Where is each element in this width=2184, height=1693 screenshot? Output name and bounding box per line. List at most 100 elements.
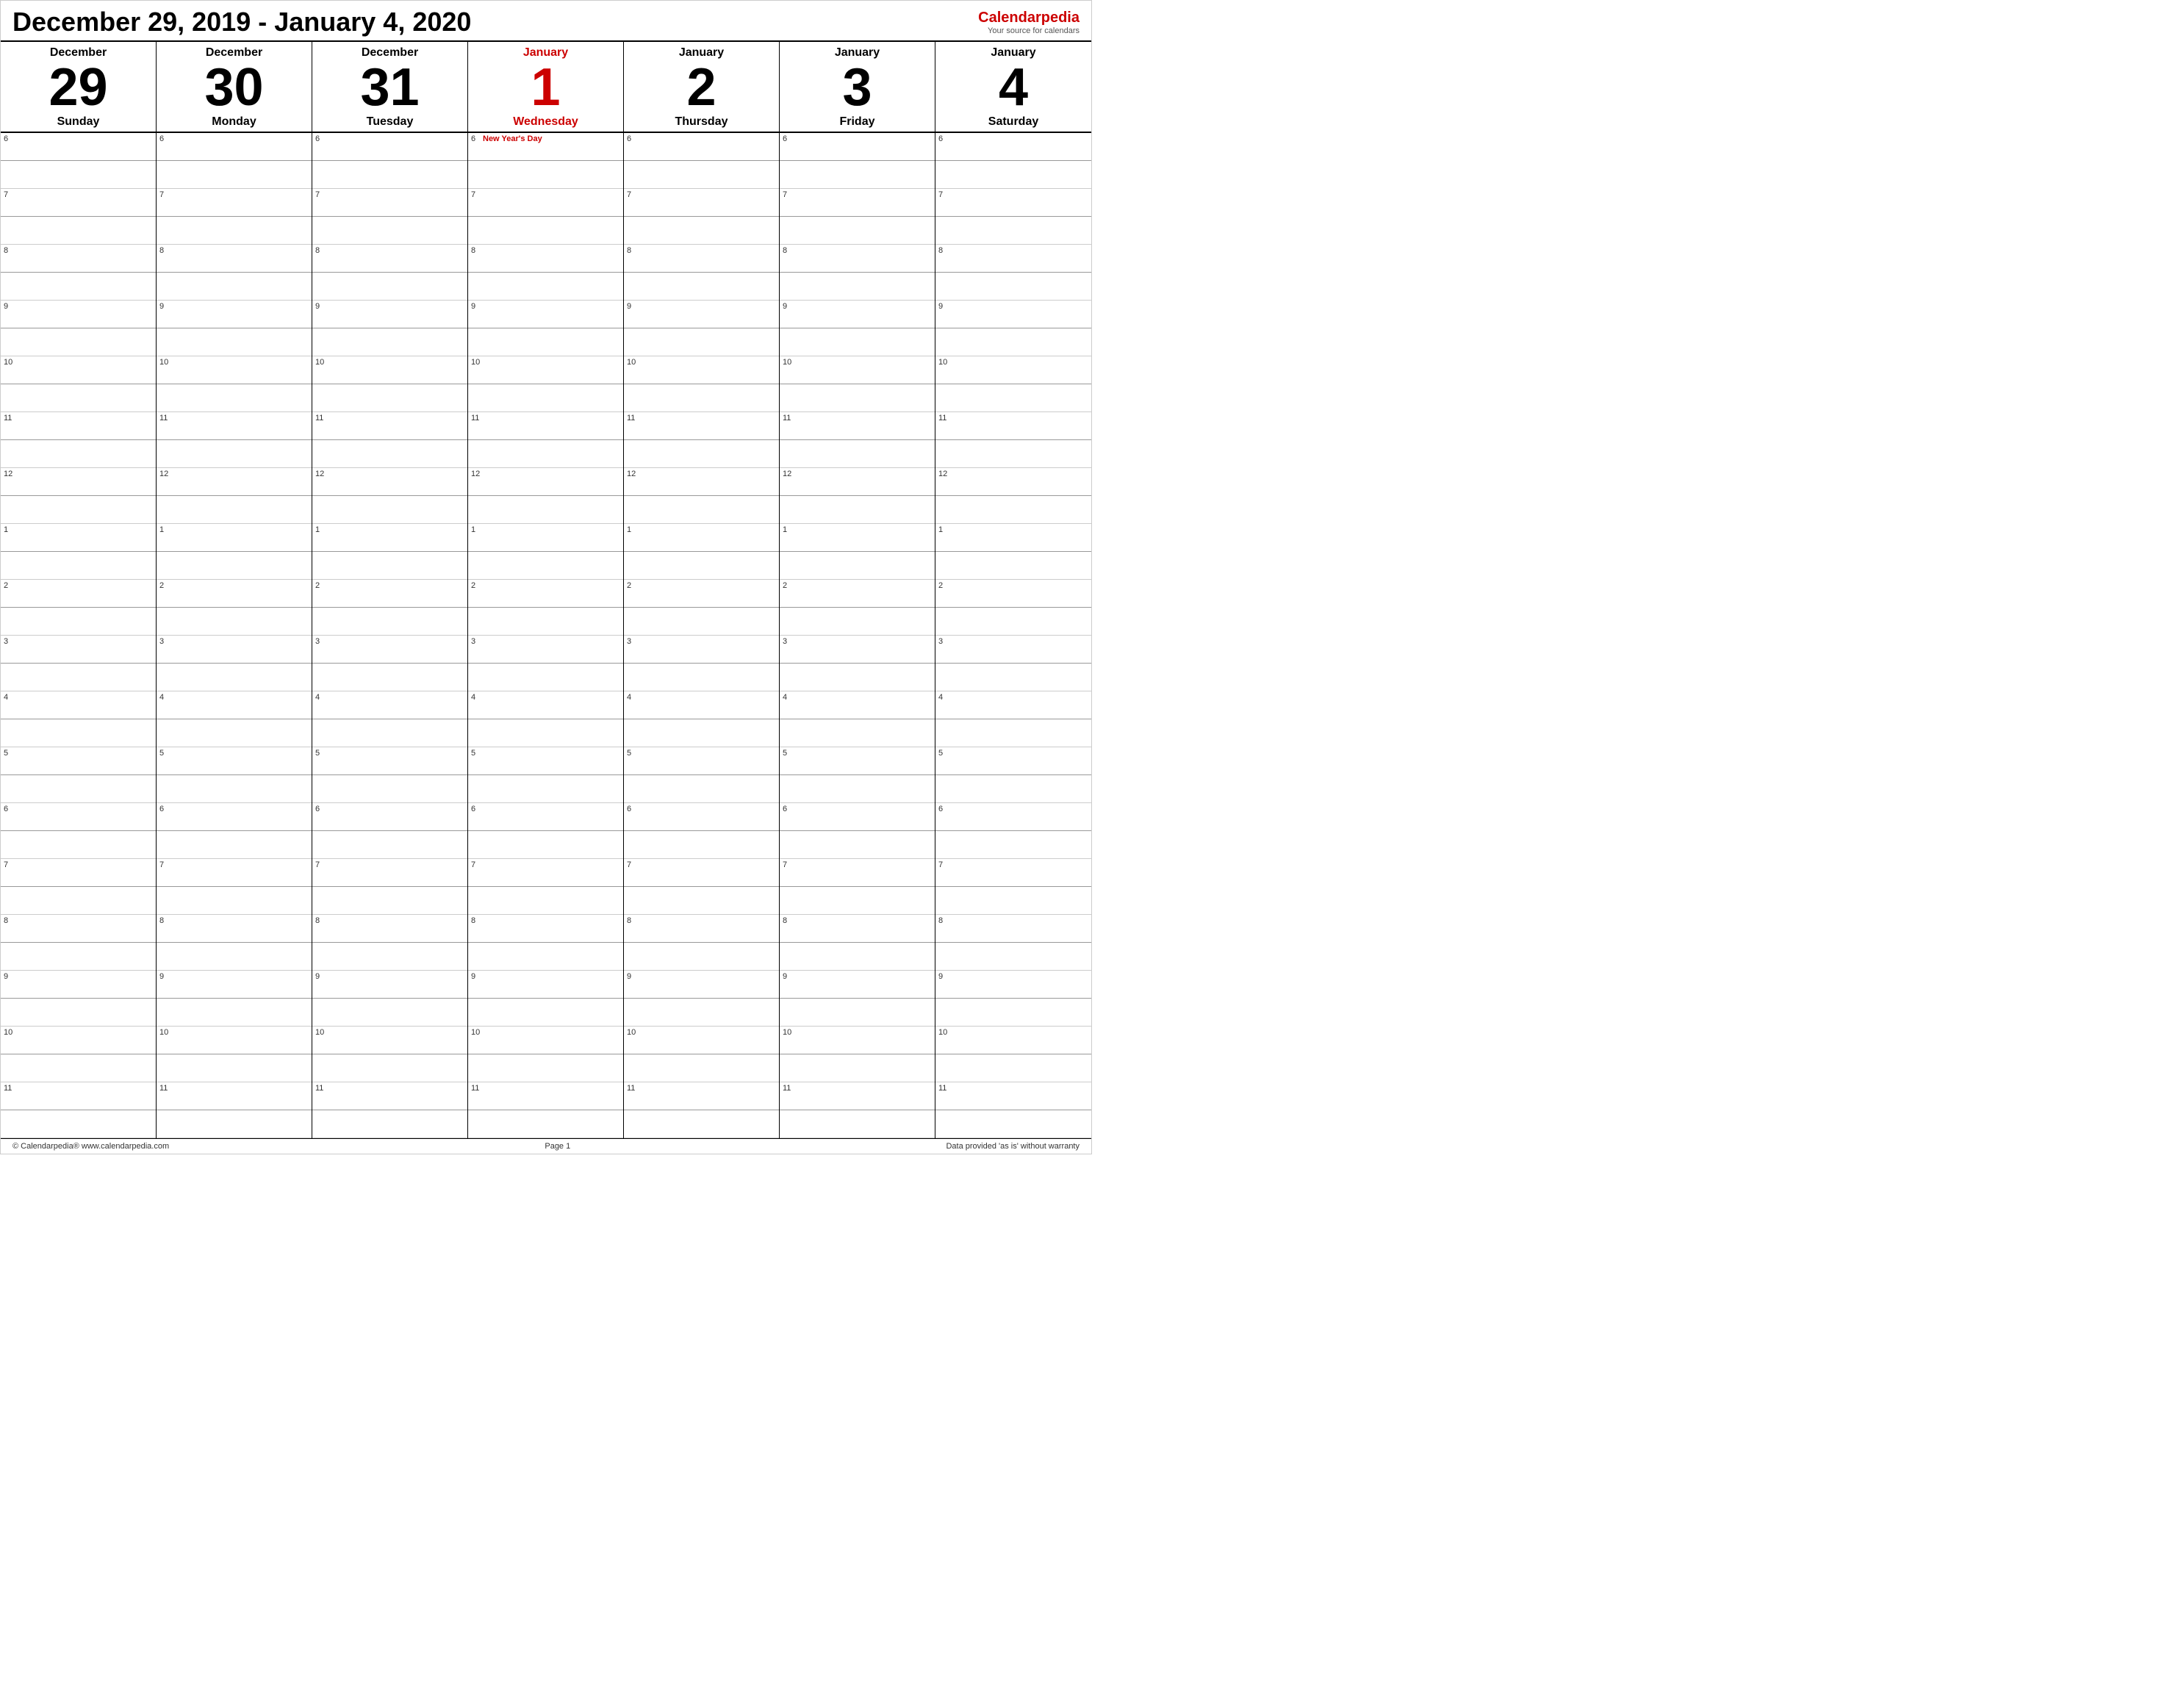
time-row xyxy=(935,328,1091,356)
time-label: 12 xyxy=(938,470,949,478)
time-label: 2 xyxy=(938,581,949,590)
time-row: 12 xyxy=(935,468,1091,496)
time-row xyxy=(468,943,623,971)
time-label: 1 xyxy=(783,525,793,534)
time-row: 6 xyxy=(624,803,779,831)
footer-center: Page 1 xyxy=(545,1142,570,1151)
time-row xyxy=(1,999,156,1027)
time-row xyxy=(312,161,467,189)
time-row: 5 xyxy=(312,747,467,775)
time-row: 12 xyxy=(780,468,935,496)
time-label: 11 xyxy=(471,414,481,423)
time-row xyxy=(1,328,156,356)
time-row xyxy=(624,719,779,747)
time-label: 9 xyxy=(159,972,170,981)
time-row xyxy=(468,775,623,803)
time-row xyxy=(468,999,623,1027)
time-row: 6 xyxy=(780,803,935,831)
time-row: 2 xyxy=(312,580,467,608)
time-row: 10 xyxy=(1,356,156,384)
time-label: 11 xyxy=(938,414,949,423)
time-row: 2 xyxy=(935,580,1091,608)
time-row xyxy=(780,1110,935,1138)
day-number: 31 xyxy=(315,61,464,114)
time-row: 8 xyxy=(468,915,623,943)
time-label: 8 xyxy=(315,916,326,925)
time-label: 4 xyxy=(159,693,170,702)
time-label: 8 xyxy=(938,246,949,255)
time-row xyxy=(468,273,623,301)
time-row: 12 xyxy=(468,468,623,496)
time-grid: 6789101112123456789101167891011121234567… xyxy=(1,133,1091,1138)
time-row: 5 xyxy=(1,747,156,775)
time-row: 9 xyxy=(312,301,467,328)
time-row xyxy=(157,999,312,1027)
time-row: 3 xyxy=(624,636,779,664)
time-row: 9 xyxy=(157,971,312,999)
time-row xyxy=(312,943,467,971)
time-row: 7 xyxy=(624,189,779,217)
time-label: 9 xyxy=(627,972,637,981)
time-label: 10 xyxy=(159,1028,170,1037)
time-row: 1 xyxy=(468,524,623,552)
day-number: 29 xyxy=(4,61,153,114)
time-row: 11 xyxy=(157,1082,312,1110)
time-row: 10 xyxy=(780,356,935,384)
time-row xyxy=(780,775,935,803)
time-label: 6 xyxy=(4,134,14,143)
time-row: 7 xyxy=(780,859,935,887)
time-row: 3 xyxy=(157,636,312,664)
time-row: 6 xyxy=(312,133,467,161)
time-row xyxy=(624,1054,779,1082)
time-label: 10 xyxy=(938,358,949,367)
time-label: 10 xyxy=(4,1028,14,1037)
time-row: 11 xyxy=(780,1082,935,1110)
time-row xyxy=(780,664,935,691)
time-row xyxy=(468,328,623,356)
time-label: 2 xyxy=(159,581,170,590)
time-row xyxy=(157,217,312,245)
time-row xyxy=(468,552,623,580)
time-row: 4 xyxy=(780,691,935,719)
day-column-monday: 67891011121234567891011 xyxy=(157,133,312,1138)
time-label: 8 xyxy=(471,916,481,925)
day-number: 2 xyxy=(627,61,776,114)
time-row xyxy=(312,608,467,636)
time-row xyxy=(468,217,623,245)
day-header-tuesday: December 31 Tuesday xyxy=(312,42,468,132)
time-row: 9 xyxy=(1,301,156,328)
time-row: 6 xyxy=(1,803,156,831)
time-row xyxy=(1,384,156,412)
time-row: 5 xyxy=(157,747,312,775)
time-label: 5 xyxy=(471,749,481,758)
time-label: 10 xyxy=(938,1028,949,1037)
day-number: 1 xyxy=(471,61,620,114)
day-name: Thursday xyxy=(627,115,776,129)
time-label: 11 xyxy=(315,414,326,423)
time-row xyxy=(624,608,779,636)
time-label: 3 xyxy=(783,637,793,646)
day-header-thursday: January 2 Thursday xyxy=(624,42,780,132)
time-row xyxy=(157,384,312,412)
time-label: 10 xyxy=(627,1028,637,1037)
time-row xyxy=(935,664,1091,691)
time-row: 8 xyxy=(780,245,935,273)
time-row: 9 xyxy=(624,301,779,328)
time-row: 6 xyxy=(624,133,779,161)
time-label: 11 xyxy=(627,1084,637,1093)
time-row xyxy=(935,552,1091,580)
time-row xyxy=(312,440,467,468)
time-label: 7 xyxy=(627,860,637,869)
time-row: 11 xyxy=(624,412,779,440)
time-row xyxy=(1,273,156,301)
time-label: 2 xyxy=(315,581,326,590)
time-label: 3 xyxy=(159,637,170,646)
time-row xyxy=(157,328,312,356)
time-row: 4 xyxy=(312,691,467,719)
time-label: 10 xyxy=(315,358,326,367)
time-row: 10 xyxy=(312,1027,467,1054)
time-row xyxy=(157,440,312,468)
time-row xyxy=(312,999,467,1027)
time-label: 11 xyxy=(938,1084,949,1093)
time-label: 12 xyxy=(471,470,481,478)
